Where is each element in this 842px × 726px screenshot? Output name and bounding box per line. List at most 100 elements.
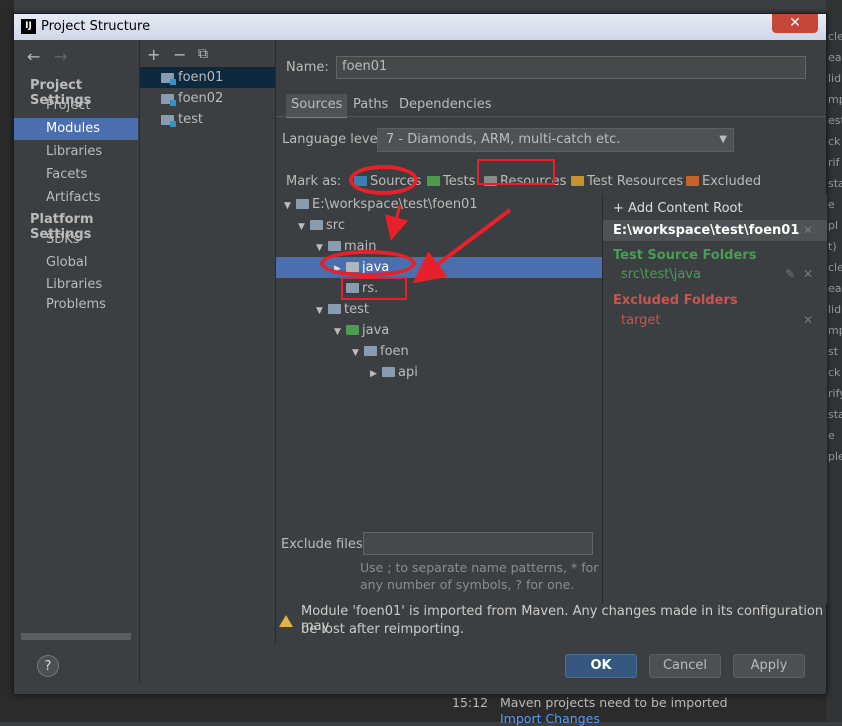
expand-icon: ▼	[334, 327, 341, 337]
background-text-fragment: cle	[828, 30, 842, 43]
test-source-folder-item[interactable]: src\test\java ✎ ✕	[603, 264, 827, 285]
mark-as-tests[interactable]: Tests	[427, 173, 475, 191]
folder-icon	[310, 220, 323, 230]
exclude-files-label: Exclude files:	[281, 537, 368, 552]
background-editor-left	[0, 0, 14, 722]
cancel-button[interactable]: Cancel	[649, 654, 721, 678]
background-text-fragment: rify	[828, 387, 842, 400]
collapse-icon: ▶	[370, 369, 377, 379]
nav-item-libraries[interactable]: Libraries	[14, 141, 138, 163]
tree-label: src	[326, 218, 345, 233]
module-icon	[161, 115, 176, 127]
tab-dependencies[interactable]: Dependencies	[394, 94, 497, 116]
package-icon	[382, 367, 395, 377]
mark-as-test-resources[interactable]: Test Resources	[571, 173, 683, 191]
tab-paths[interactable]: Paths	[348, 94, 393, 116]
maven-warning-line2: be lost after reimporting.	[301, 622, 465, 637]
background-text-fragment: rif	[828, 156, 840, 169]
warning-icon	[279, 615, 293, 627]
nav-item-global-libraries[interactable]: Global Libraries	[14, 252, 138, 292]
module-list-panel: + − ⧉ foen01 foen02 test	[140, 40, 276, 644]
tree-row-src[interactable]: ▼ src	[276, 215, 623, 236]
add-content-root-button[interactable]: + Add Content Root	[603, 198, 827, 219]
remove-excluded-icon[interactable]: ✕	[803, 310, 813, 331]
excluded-folder-icon	[686, 176, 699, 186]
window-title: Project Structure	[41, 19, 151, 34]
chevron-down-icon: ▼	[719, 134, 727, 145]
background-text-fragment: mp	[828, 93, 842, 106]
nav-item-problems[interactable]: Problems	[14, 294, 138, 316]
nav-item-sdks[interactable]: SDKs	[14, 229, 138, 251]
module-item-foen02[interactable]: foen02	[140, 88, 275, 109]
module-label: test	[178, 112, 203, 127]
background-text-fragment: e	[828, 198, 835, 211]
tab-sources[interactable]: Sources	[286, 94, 348, 118]
content-root-path-label: E:\workspace\test\foen01	[613, 223, 800, 238]
language-level-select[interactable]: 7 - Diamonds, ARM, multi-catch etc. ▼	[377, 128, 734, 152]
background-text-fragment: lid	[828, 72, 842, 85]
help-button[interactable]: ?	[37, 655, 59, 677]
mark-as-tests-label: Tests	[443, 174, 476, 189]
import-changes-link[interactable]: Import Changes	[500, 711, 600, 726]
close-button[interactable]: ✕	[772, 14, 818, 33]
background-text-fragment: est	[828, 114, 842, 127]
tree-row-test[interactable]: ▼ test	[276, 299, 641, 320]
mark-as-test-resources-label: Test Resources	[587, 174, 684, 189]
mark-as-excluded-label: Excluded	[702, 174, 762, 189]
tree-label: java	[362, 323, 390, 338]
background-text-fragment: mp	[828, 324, 842, 337]
language-level-label: Language level:	[282, 132, 386, 147]
module-icon	[161, 94, 176, 106]
back-arrow-icon[interactable]: ←	[27, 47, 40, 66]
background-text-fragment: cle	[828, 261, 842, 274]
module-label: foen02	[178, 91, 224, 106]
background-text-fragment: ck	[828, 135, 841, 148]
nav-item-facets[interactable]: Facets	[14, 164, 138, 186]
module-label: foen01	[178, 70, 224, 85]
module-item-test[interactable]: test	[140, 109, 275, 130]
edit-properties-icon[interactable]: ✎	[785, 264, 795, 285]
remove-folder-icon[interactable]: ✕	[803, 264, 813, 285]
copy-module-icon[interactable]: ⧉	[198, 46, 208, 62]
exclude-hint-line1: Use ; to separate name patterns, * for	[360, 560, 599, 575]
excluded-path-label: target	[621, 313, 661, 328]
settings-nav: ← → Project Settings Project Modules Lib…	[14, 40, 140, 682]
remove-root-icon[interactable]: ✕	[803, 220, 813, 241]
tree-label: E:\workspace\test\foen01	[312, 197, 478, 212]
background-editor-right: cleeanlidmpestckrifstaeplt)cleeanlidmpst…	[826, 0, 842, 722]
background-text-fragment: t)	[828, 240, 837, 253]
mark-as-excluded[interactable]: Excluded	[686, 173, 761, 191]
apply-button[interactable]: Apply	[733, 654, 805, 678]
content-root-path[interactable]: E:\workspace\test\foen01 ✕	[603, 220, 827, 241]
forward-arrow-icon[interactable]: →	[54, 47, 67, 66]
name-field[interactable]: foen01	[336, 56, 806, 79]
nav-item-project[interactable]: Project	[14, 95, 138, 117]
exclude-files-input[interactable]	[363, 532, 593, 555]
test-resources-folder-icon	[571, 176, 584, 186]
nav-item-artifacts[interactable]: Artifacts	[14, 187, 138, 209]
expand-icon: ▼	[316, 306, 323, 316]
close-icon: ✕	[789, 15, 801, 31]
add-module-icon[interactable]: +	[147, 45, 160, 64]
package-icon	[364, 346, 377, 356]
source-tree: ▼ E:\workspace\test\foen01 ▼ src ▼ main ▶ ja…	[276, 194, 659, 534]
background-text-fragment: lid	[828, 303, 842, 316]
background-event-log: 15:12 Maven projects need to be imported…	[14, 694, 826, 726]
name-label: Name:	[286, 60, 329, 75]
background-text-fragment: e	[828, 429, 835, 442]
excluded-folder-item[interactable]: target ✕	[603, 310, 827, 331]
test-source-folders-header: Test Source Folders	[613, 248, 757, 263]
module-item-foen01[interactable]: foen01	[140, 67, 275, 88]
background-text-fragment: st	[828, 345, 839, 358]
tree-label: foen	[380, 344, 409, 359]
test-source-path-label: src\test\java	[621, 267, 701, 282]
nav-item-modules[interactable]: Modules	[14, 118, 138, 140]
remove-module-icon[interactable]: −	[173, 45, 186, 64]
title-bar: IJ Project Structure ✕	[14, 14, 826, 40]
ok-button[interactable]: OK	[565, 654, 637, 678]
nav-scrollbar[interactable]	[21, 633, 131, 640]
tree-row-root[interactable]: ▼ E:\workspace\test\foen01	[276, 194, 609, 215]
background-text-fragment: ean	[828, 51, 842, 64]
content-roots-panel: + Add Content Root E:\workspace\test\foe…	[602, 194, 827, 604]
expand-icon: ▼	[298, 222, 305, 232]
